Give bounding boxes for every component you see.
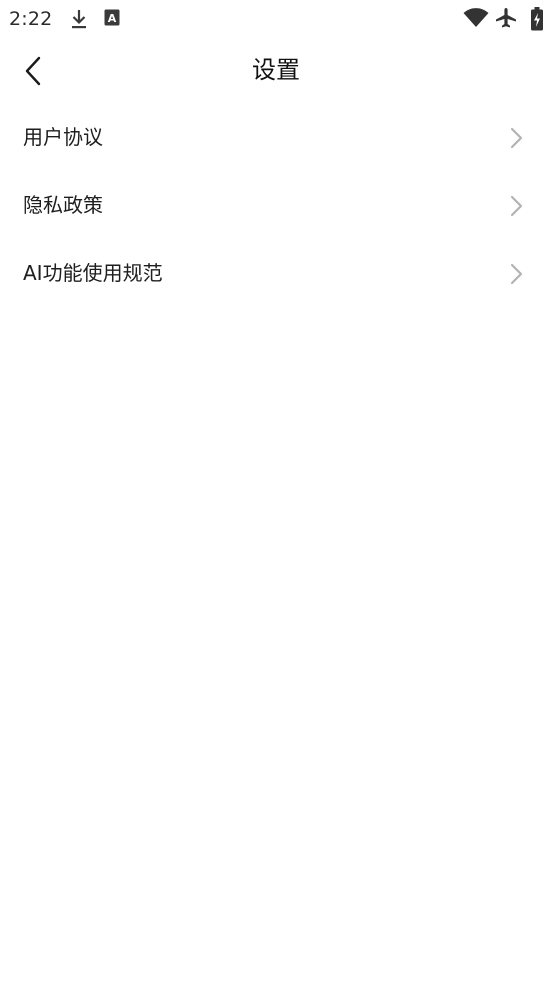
menu-item-label: 隐私政策	[23, 193, 103, 217]
status-bar: 2:22 A	[0, 0, 552, 38]
menu-item-privacy-policy[interactable]: 隐私政策	[0, 171, 552, 239]
header: 设置	[0, 40, 552, 100]
page-title: 设置	[252, 56, 300, 84]
menu-item-ai-usage-guidelines[interactable]: AI功能使用规范	[0, 239, 552, 307]
download-icon	[72, 10, 86, 29]
battery-charging-icon	[531, 7, 543, 31]
chevron-right-icon	[510, 127, 523, 149]
menu-item-label: 用户协议	[23, 125, 103, 149]
menu-item-user-agreement[interactable]: 用户协议	[0, 103, 552, 171]
a-badge-letter: A	[108, 12, 117, 25]
status-time: 2:22	[9, 8, 53, 30]
wifi-icon	[463, 8, 489, 27]
a-notification-icon: A	[104, 9, 120, 26]
settings-menu-list: 用户协议 隐私政策 AI功能使用规范	[0, 103, 552, 307]
menu-item-label: AI功能使用规范	[23, 261, 163, 285]
chevron-right-icon	[510, 263, 523, 285]
airplane-mode-icon	[496, 8, 516, 28]
chevron-right-icon	[510, 195, 523, 217]
